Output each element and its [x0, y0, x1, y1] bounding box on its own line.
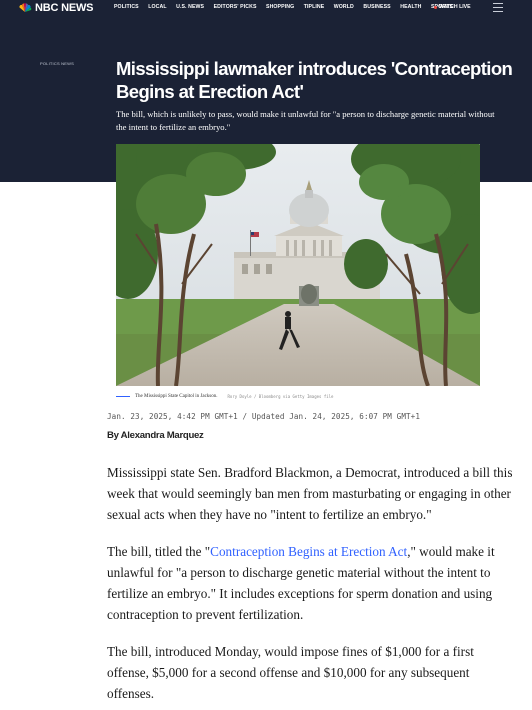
nav-link-tipline[interactable]: TIPLINE	[304, 4, 325, 10]
paragraph: Mississippi state Sen. Bradford Blackmon…	[107, 465, 513, 522]
article-headline: Mississippi lawmaker introduces 'Contrac…	[116, 58, 513, 102]
section-eyebrow[interactable]: POLITICS NEWS	[40, 61, 74, 66]
photo-credit: Rory Doyle / Bloomberg via Getty Images …	[227, 394, 334, 399]
caption-rule	[116, 396, 130, 397]
caption-text: The Mississippi State Capitol in Jackson…	[135, 394, 218, 399]
article-byline[interactable]: By Alexandra Marquez	[107, 430, 204, 441]
article-dek: The bill, which is unlikely to pass, wou…	[116, 109, 495, 132]
lead-photo	[116, 144, 480, 386]
article-body: Mississippi state Sen. Bradford Blackmon…	[107, 462, 517, 710]
capitol-photo-image	[116, 144, 480, 386]
nav-link-local[interactable]: LOCAL	[148, 4, 166, 10]
nav-link-shopping[interactable]: SHOPPING	[266, 4, 294, 10]
nav-link-us-news[interactable]: U.S. NEWS	[176, 4, 204, 10]
peacock-logo-icon	[19, 3, 32, 12]
logo-text: NBC NEWS	[35, 2, 94, 14]
primary-nav: POLITICS LOCAL U.S. NEWS EDITORS' PICKS …	[114, 4, 462, 10]
paragraph: The bill, introduced Monday, would impos…	[107, 644, 474, 701]
article-timestamp: Jan. 23, 2025, 4:42 PM GMT+1 / Updated J…	[107, 412, 421, 421]
nav-link-politics[interactable]: POLITICS	[114, 4, 139, 10]
watch-live-label: WATCH LIVE	[439, 4, 471, 10]
nav-link-health[interactable]: HEALTH	[400, 4, 421, 10]
live-dot-icon	[434, 5, 437, 9]
photo-caption: The Mississippi State Capitol in Jackson…	[116, 394, 333, 399]
nav-link-world[interactable]: WORLD	[334, 4, 354, 10]
bill-link[interactable]: Contraception Begins at Erection Act	[210, 544, 407, 559]
paragraph: The bill, titled the "Contraception Begi…	[107, 541, 517, 625]
nav-link-business[interactable]: BUSINESS	[363, 4, 390, 10]
watch-live-button[interactable]: WATCH LIVE	[434, 4, 471, 10]
top-navbar: NBC NEWS POLITICS LOCAL U.S. NEWS EDITOR…	[0, 0, 532, 17]
nav-link-editors-picks[interactable]: EDITORS' PICKS	[214, 4, 257, 10]
hamburger-menu-icon[interactable]	[493, 3, 503, 12]
paragraph-text: The bill, titled the "	[107, 544, 211, 559]
nbc-news-logo[interactable]: NBC NEWS	[18, 1, 93, 15]
